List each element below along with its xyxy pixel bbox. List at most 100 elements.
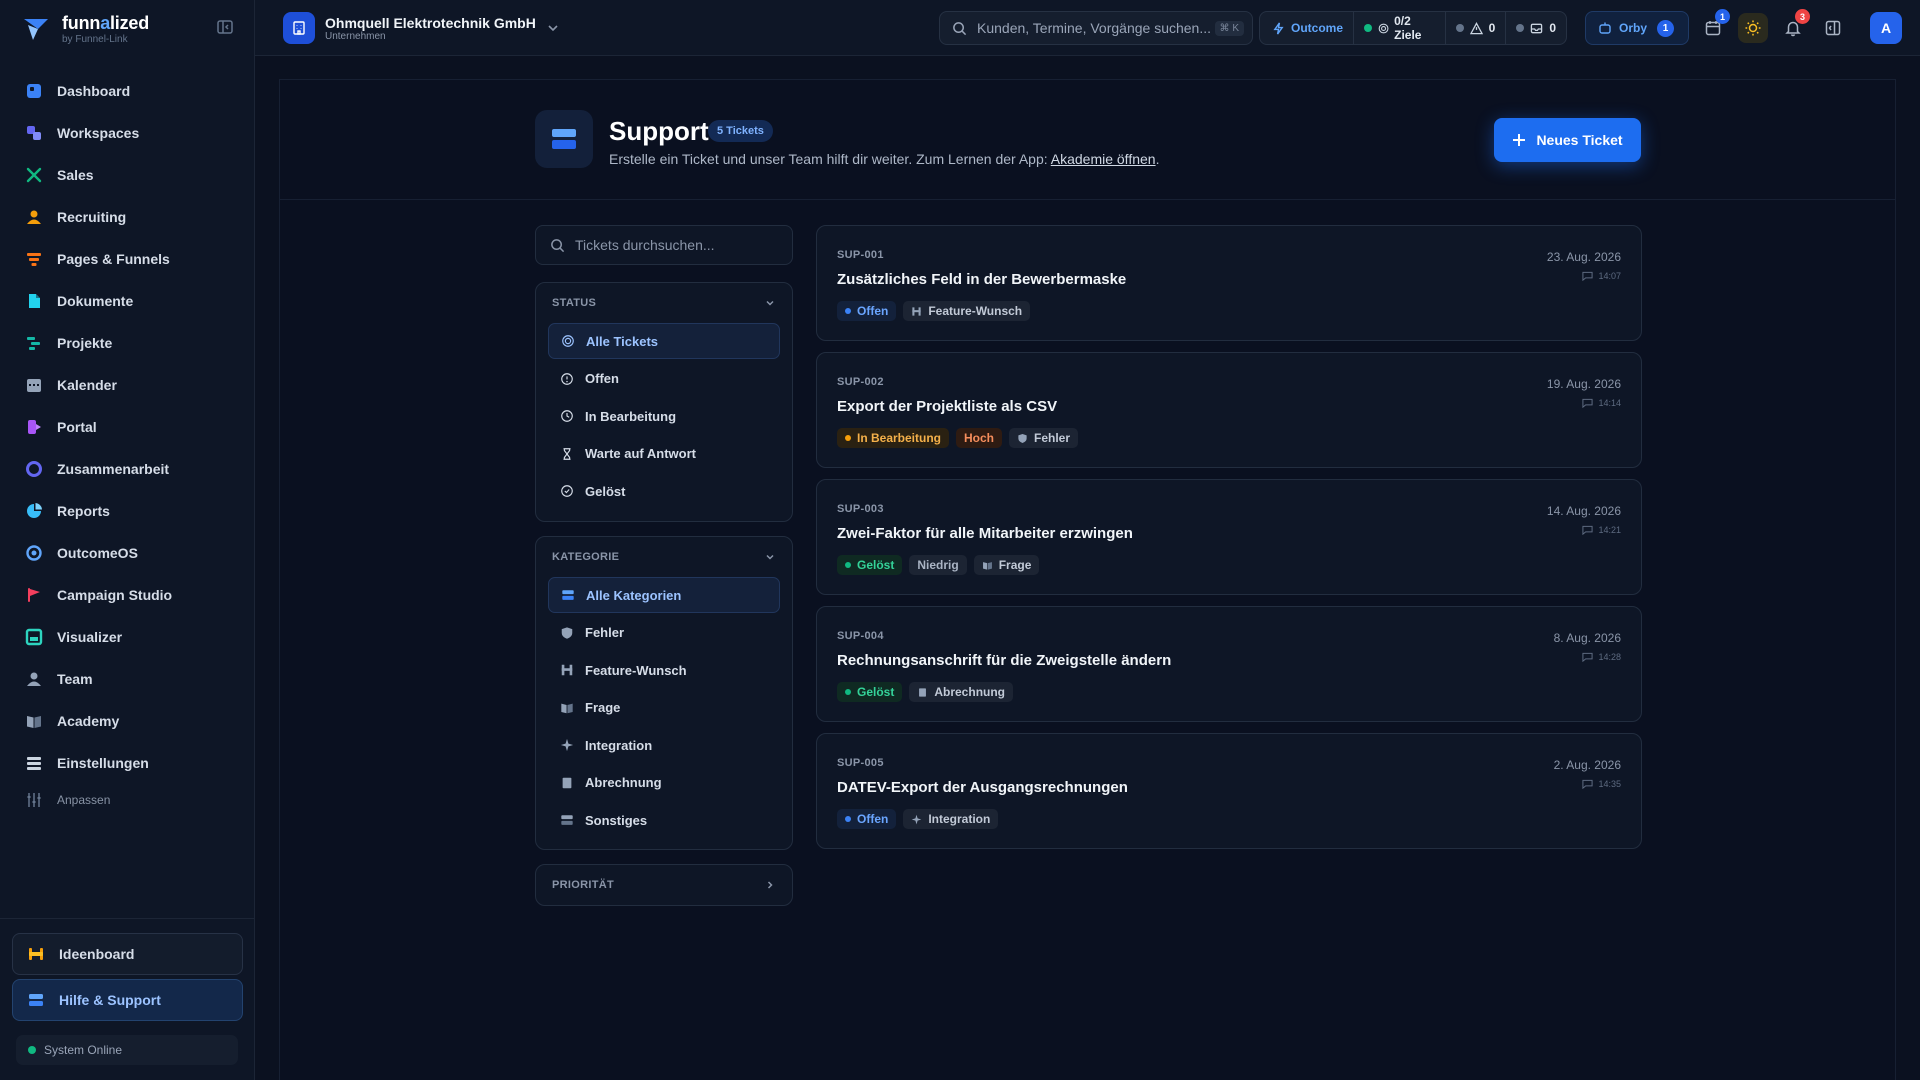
billing-icon [562, 777, 572, 788]
customize-nav-button[interactable]: Anpassen [12, 784, 242, 816]
avatar[interactable]: A [1870, 12, 1902, 44]
goals-button[interactable]: 0/2 Ziele [1354, 12, 1446, 44]
sidebar-item-label: Visualizer [57, 629, 123, 645]
sidebar-item-label: Workspaces [57, 125, 140, 141]
theme-toggle-button[interactable] [1738, 13, 1768, 43]
status-filter-in-bearbeitung[interactable]: In Bearbeitung [548, 398, 780, 434]
sidebar-item-campaign-studio[interactable]: Campaign Studio [12, 574, 242, 616]
new-ticket-label: Neues Ticket [1536, 132, 1623, 148]
orby-bot-icon [1599, 22, 1611, 34]
question-book-icon [561, 703, 573, 713]
notifications-button[interactable]: 3 [1778, 9, 1810, 43]
category-filter-abrechnung[interactable]: Abrechnung [548, 765, 780, 801]
system-status-label: System Online [44, 1043, 123, 1057]
comment-icon [1582, 525, 1594, 535]
messages-button[interactable]: 0 [1506, 12, 1566, 44]
status-filter-alle-tickets[interactable]: Alle Tickets [548, 323, 780, 359]
comment-icon [1582, 398, 1594, 408]
orby-button[interactable]: Orby 1 [1585, 11, 1689, 45]
sidebar-item-reports[interactable]: Reports [12, 490, 242, 532]
sidebar-item-recruiting[interactable]: Recruiting [12, 196, 242, 238]
sidebar-item-label: Academy [57, 713, 120, 729]
panel-toggle-button[interactable] [1818, 13, 1848, 43]
lightning-icon [1273, 22, 1284, 34]
ticket-time: 14:28 [1582, 652, 1621, 662]
sidebar-item-dashboard[interactable]: Dashboard [12, 70, 242, 112]
sidebar-item-einstellungen[interactable]: Einstellungen [12, 742, 242, 784]
new-ticket-button[interactable]: Neues Ticket [1494, 118, 1641, 162]
sidebar-item-zusammenarbeit[interactable]: Zusammenarbeit [12, 448, 242, 490]
ticket-card[interactable]: SUP-003 Zwei-Faktor für alle Mitarbeiter… [816, 479, 1642, 595]
ticket-priority-badge: Hoch [956, 428, 1003, 448]
category-filter-list: Alle Kategorien Fehler Feature-Wunsch Frage… [536, 577, 792, 838]
sidebar-item-label: Team [57, 671, 93, 687]
sidebar-item-workspaces[interactable]: Workspaces [12, 112, 242, 154]
building-icon [283, 12, 315, 44]
help-support-button[interactable]: Hilfe & Support [12, 979, 243, 1021]
ticket-date: 8. Aug. 2026 [1553, 631, 1621, 645]
calendar-button[interactable]: 1 [1698, 9, 1730, 43]
category-filter-integration[interactable]: Integration [548, 727, 780, 763]
sidebar-collapse-icon[interactable] [216, 18, 234, 36]
sidebar-item-projekte[interactable]: Projekte [12, 322, 242, 364]
category-filter-alle-kategorien[interactable]: Alle Kategorien [548, 577, 780, 613]
filter-label: Offen [585, 371, 619, 386]
filter-label: Gelöst [585, 483, 626, 499]
priority-filter-header[interactable]: PRIORITÄT [536, 865, 792, 905]
search-shortcut: ⌘ K [1214, 20, 1244, 36]
academy-link[interactable]: Akademie öffnen [1051, 151, 1156, 167]
sidebar-item-academy[interactable]: Academy [12, 700, 242, 742]
status-filter-offen[interactable]: Offen [548, 361, 780, 397]
ticket-date: 2. Aug. 2026 [1553, 758, 1621, 772]
bug-shield-icon [1018, 433, 1027, 443]
global-search-input[interactable]: Kunden, Termine, Vorgänge suchen... ⌘ K [939, 11, 1253, 45]
sidebar-item-outcomeos[interactable]: OutcomeOS [12, 532, 242, 574]
support-icon [29, 994, 43, 1006]
sidebar-item-label: Portal [57, 419, 97, 435]
category-filter-sonstiges[interactable]: Sonstiges [548, 802, 780, 838]
recruiting-icon [27, 210, 41, 224]
open-icon [561, 372, 573, 385]
ticket-card[interactable]: SUP-004 Rechnungsanschrift für die Zweig… [816, 606, 1642, 722]
filter-label: Abrechnung [585, 775, 662, 790]
visualizer-icon [25, 628, 43, 646]
brand[interactable]: funnalized by Funnel-Link [22, 12, 149, 46]
ticket-category-badge: Frage [973, 555, 1040, 575]
flag-icon [28, 588, 40, 602]
ticket-card[interactable]: SUP-001 Zusätzliches Feld in der Bewerbe… [816, 225, 1642, 341]
ticket-id: SUP-004 [837, 630, 884, 642]
page-title: Support [609, 116, 709, 146]
inbox-icon [1531, 23, 1543, 33]
warnings-button[interactable]: 0 [1446, 12, 1507, 44]
outcome-button[interactable]: Outcome [1260, 12, 1355, 44]
sidebar-item-pages-funnels[interactable]: Pages & Funnels [12, 238, 242, 280]
search-icon [551, 238, 565, 252]
ticket-date: 19. Aug. 2026 [1546, 377, 1621, 391]
documents-icon [29, 294, 40, 308]
status-filter-geloest[interactable]: Gelöst [548, 473, 780, 509]
category-filter-frage[interactable]: Frage [548, 690, 780, 726]
category-filter-header[interactable]: KATEGORIE [536, 537, 792, 577]
category-filter-fehler[interactable]: Fehler [548, 615, 780, 651]
ticket-card[interactable]: SUP-005 DATEV-Export der Ausgangsrechnun… [816, 733, 1642, 849]
sidebar-item-visualizer[interactable]: Visualizer [12, 616, 242, 658]
sidebar-item-kalender[interactable]: Kalender [12, 364, 242, 406]
category-filter-feature-wunsch[interactable]: Feature-Wunsch [548, 652, 780, 688]
sidebar-item-sales[interactable]: Sales [12, 154, 242, 196]
filter-label: Sonstiges [585, 812, 648, 828]
workspaces-icon [27, 126, 41, 140]
sidebar-item-dokumente[interactable]: Dokumente [12, 280, 242, 322]
status-filter-header[interactable]: STATUS [536, 283, 792, 323]
ticket-card[interactable]: SUP-002 Export der Projektliste als CSV … [816, 352, 1642, 468]
status-filter-warte-auf-antwort[interactable]: Warte auf Antwort [548, 436, 780, 472]
question-book-icon [982, 561, 992, 570]
sidebar-item-team[interactable]: Team [12, 658, 242, 700]
ideaboard-icon [29, 948, 43, 960]
status-filter-title: STATUS [552, 297, 597, 309]
sidebar-nav: Dashboard Workspaces Sales Recruiting Pages … [12, 70, 242, 816]
company-switcher[interactable]: Ohmquell Elektrotechnik GmbH Unternehmen [283, 12, 560, 44]
ticket-search-input[interactable]: Tickets durchsuchen... [535, 225, 793, 265]
ideaboard-button[interactable]: Ideenboard [12, 933, 243, 975]
sidebar-item-portal[interactable]: Portal [12, 406, 242, 448]
reports-icon [27, 503, 42, 518]
